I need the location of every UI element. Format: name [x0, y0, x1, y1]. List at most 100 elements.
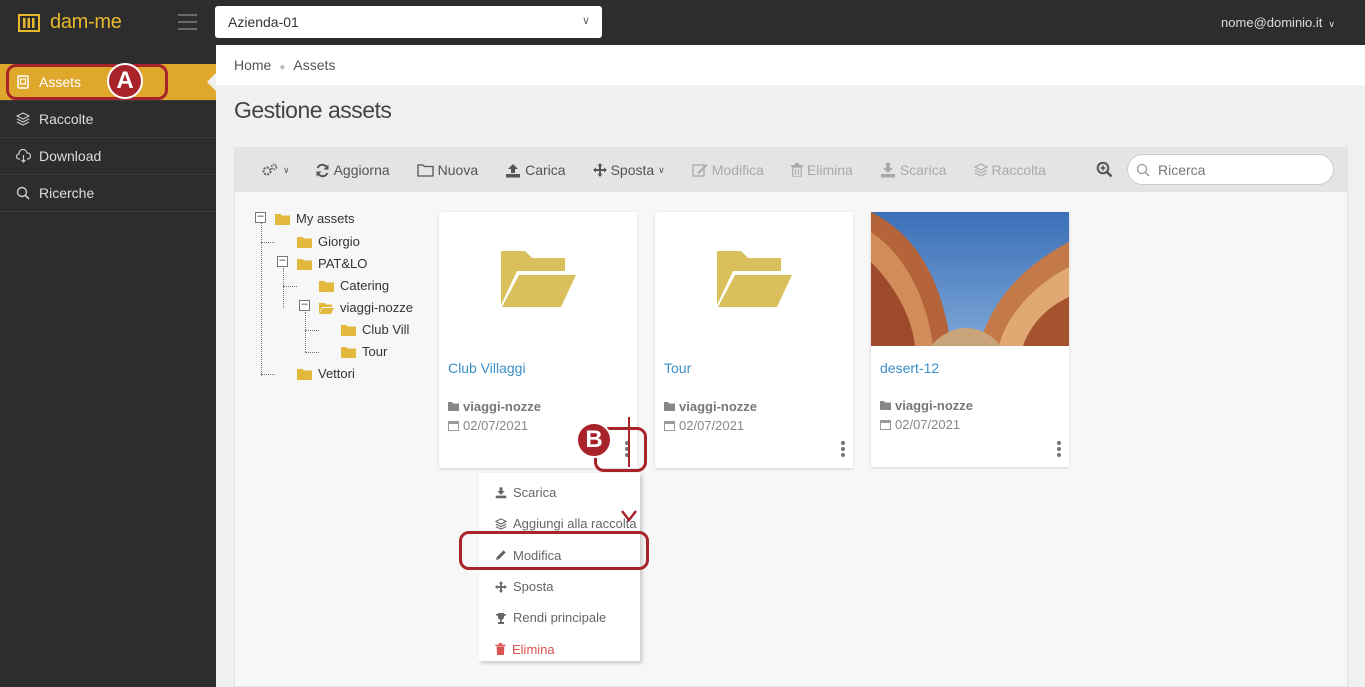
trash-icon [495, 643, 506, 656]
tree-node-giorgio[interactable]: Giorgio [297, 234, 360, 249]
layers-icon [495, 518, 507, 530]
company-value: Azienda-01 [228, 14, 299, 30]
annotation-highlight-a [6, 64, 168, 100]
menu-item-scarica[interactable]: Scarica [479, 477, 640, 508]
menu-toggle-icon[interactable] [178, 14, 197, 35]
asset-card[interactable]: desert-12 viaggi-nozze 02/07/2021 [871, 212, 1069, 467]
card-thumbnail[interactable] [655, 212, 853, 346]
card-folder: viaggi-nozze [880, 398, 973, 413]
tree-node-tour[interactable]: Tour [341, 344, 387, 359]
card-thumbnail[interactable] [871, 212, 1069, 346]
sposta-button[interactable]: Sposta ∨ [592, 162, 665, 178]
logo-text: dam-me [50, 11, 122, 33]
calendar-icon [448, 421, 459, 431]
folder-icon [297, 258, 312, 270]
sidebar-item-label: Download [39, 148, 102, 164]
tree-node-label: Club Vill [362, 322, 410, 337]
tree-node-catering[interactable]: Catering [319, 278, 389, 293]
tree-line [283, 268, 284, 308]
menu-item-label: Rendi principale [513, 610, 607, 626]
sidebar-item-label: Raccolte [39, 111, 94, 127]
sidebar-item-raccolte[interactable]: Raccolte [0, 101, 216, 138]
nuova-button[interactable]: Nuova [416, 162, 479, 178]
menu-item-label: Scarica [513, 485, 557, 501]
page-title: Gestione assets [234, 97, 392, 123]
folder-icon [341, 346, 356, 358]
elimina-button[interactable]: Elimina [790, 162, 853, 178]
tree-line [261, 374, 275, 375]
folder-open-icon [319, 302, 334, 314]
card-title[interactable]: Tour [664, 360, 691, 376]
menu-item-elimina[interactable]: Elimina [479, 633, 640, 664]
tree-node-my-assets[interactable]: My assets [275, 211, 355, 226]
scarica-button[interactable]: Scarica [880, 162, 947, 178]
aggiorna-button[interactable]: Aggiorna [315, 162, 390, 178]
zoom-icon[interactable] [1096, 161, 1113, 178]
modifica-label: Modifica [711, 162, 764, 178]
trophy-icon [496, 612, 506, 624]
menu-item-sposta[interactable]: Sposta [479, 571, 640, 602]
tree-line [305, 330, 319, 331]
tree-collapse-toggle[interactable]: – [255, 211, 266, 223]
tree-collapse-toggle[interactable]: – [299, 299, 310, 311]
breadcrumb-separator: ● [279, 62, 286, 73]
carica-button[interactable]: Carica [505, 162, 566, 178]
move-icon [592, 163, 607, 177]
menu-item-label: Aggiungi alla raccolta [513, 516, 637, 532]
card-folder: viaggi-nozze [448, 399, 541, 414]
company-select[interactable]: Azienda-01 ∨ [215, 6, 602, 38]
sidebar-item-label: Ricerche [39, 185, 95, 201]
settings-dropdown-button[interactable]: ∨ [261, 163, 290, 177]
tree-node-club-vill[interactable]: Club Vill [341, 322, 409, 337]
download-icon [495, 487, 507, 498]
menu-item-label: Sposta [513, 579, 554, 595]
breadcrumb-home[interactable]: Home [234, 57, 271, 73]
sposta-label: Sposta [610, 162, 655, 178]
chevron-down-icon: ∨ [658, 164, 665, 175]
tree-line [305, 352, 319, 353]
tree-node-patlo[interactable]: PAT&LO [297, 256, 367, 271]
gears-icon [262, 163, 278, 176]
more-options-icon[interactable] [1057, 441, 1061, 459]
raccolta-label: Raccolta [991, 162, 1046, 178]
tree-node-viaggi-nozze[interactable]: viaggi-nozze [319, 300, 413, 315]
sidebar-item-download[interactable]: Download [0, 138, 216, 175]
asset-card[interactable]: Tour viaggi-nozze 02/07/2021 [655, 212, 853, 468]
assets-panel: ∨ Aggiorna Nuova Carica Sposta ∨ Modific… [234, 147, 1348, 687]
folder-icon [275, 213, 290, 225]
calendar-icon [664, 421, 675, 431]
aggiorna-label: Aggiorna [333, 162, 390, 178]
annotation-badge-b: B [576, 422, 612, 458]
tree-node-label: PAT&LO [318, 256, 368, 271]
menu-item-rendi-principale[interactable]: Rendi principale [479, 602, 640, 633]
tree-line [305, 312, 306, 352]
nuova-label: Nuova [437, 162, 479, 178]
app-logo[interactable]: dam-me [18, 11, 122, 34]
refresh-icon [316, 163, 329, 177]
tree-node-vettori[interactable]: Vettori [297, 366, 355, 381]
upload-icon [506, 163, 521, 177]
desert-image [871, 212, 1069, 346]
user-menu[interactable]: nome@dominio.it ∨ [1221, 15, 1335, 30]
annotation-arrowhead [621, 510, 637, 522]
search-input[interactable]: Ricerca [1127, 154, 1334, 185]
card-folder: viaggi-nozze [664, 399, 757, 414]
carica-label: Carica [525, 162, 566, 178]
card-title[interactable]: Club Villaggi [448, 360, 526, 376]
tree-collapse-toggle[interactable]: – [277, 255, 288, 267]
chevron-down-icon: ∨ [581, 15, 590, 27]
card-date: 02/07/2021 [664, 418, 744, 433]
folder-icon [297, 236, 312, 248]
more-options-icon[interactable] [841, 441, 845, 459]
modifica-button[interactable]: Modifica [692, 162, 764, 178]
sidebar-item-ricerche[interactable]: Ricerche [0, 175, 216, 212]
raccolta-button[interactable]: Raccolta [973, 162, 1046, 178]
trash-icon [790, 163, 803, 177]
edit-icon [692, 164, 708, 177]
card-thumbnail[interactable] [439, 212, 637, 346]
move-icon [495, 580, 507, 593]
folder-open-icon [717, 251, 792, 307]
folder-open-icon [501, 251, 576, 307]
sidebar: Assets Raccolte Download Ricerche [0, 45, 216, 687]
card-title[interactable]: desert-12 [880, 360, 939, 376]
